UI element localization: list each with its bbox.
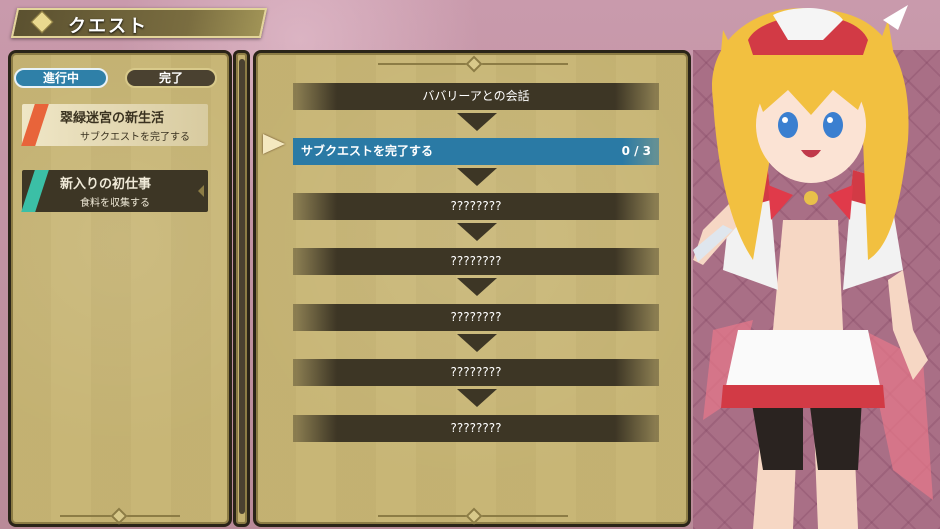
quest-step[interactable]: ???????? (293, 359, 659, 386)
quest-step[interactable]: ババリーアとの会話 (293, 83, 659, 110)
quest-accent-stripe (21, 104, 49, 146)
page-title: クエスト (68, 16, 148, 37)
step-label: ???????? (450, 365, 502, 379)
character-illustration (693, 5, 933, 529)
quest-step[interactable]: ???????? (293, 193, 659, 220)
quest-subtitle: サブクエストを完了する (80, 132, 190, 143)
step-down-arrow-icon (457, 113, 497, 131)
step-label: ???????? (450, 254, 502, 268)
step-label: ババリーアとの会話 (422, 89, 530, 103)
step-down-arrow-icon (457, 389, 497, 407)
step-label: ???????? (450, 310, 502, 324)
tab-in-progress[interactable]: 進行中 (14, 68, 108, 88)
quest-list-scrollbar[interactable] (233, 50, 250, 527)
quest-step[interactable]: ???????? (293, 248, 659, 275)
quest-item[interactable]: 翠緑迷宮の新生活 サブクエストを完了する (21, 104, 208, 146)
quest-step[interactable]: ???????? (293, 415, 659, 442)
quest-step-active[interactable]: サブクエストを完了する 0 / 3 (293, 138, 659, 165)
step-down-arrow-icon (457, 168, 497, 186)
quest-accent-stripe (21, 170, 49, 212)
selection-cursor-icon (263, 134, 285, 154)
quest-item[interactable]: 新入りの初仕事 食料を収集する (21, 170, 208, 212)
step-progress-count: 0 / 3 (621, 144, 651, 158)
step-down-arrow-icon (457, 278, 497, 296)
chevron-left-icon (198, 185, 204, 197)
step-label: サブクエストを完了する (301, 144, 434, 158)
quest-title: 新入りの初仕事 (60, 177, 152, 192)
step-label: ???????? (450, 421, 502, 435)
scrollbar-thumb[interactable] (239, 59, 245, 514)
quest-subtitle: 食料を収集する (80, 198, 150, 209)
step-down-arrow-icon (457, 223, 497, 241)
step-down-arrow-icon (457, 334, 497, 352)
tab-completed[interactable]: 完了 (125, 68, 217, 88)
step-label: ???????? (450, 199, 502, 213)
quest-step[interactable]: ???????? (293, 304, 659, 331)
quest-title: 翠緑迷宮の新生活 (60, 111, 165, 126)
